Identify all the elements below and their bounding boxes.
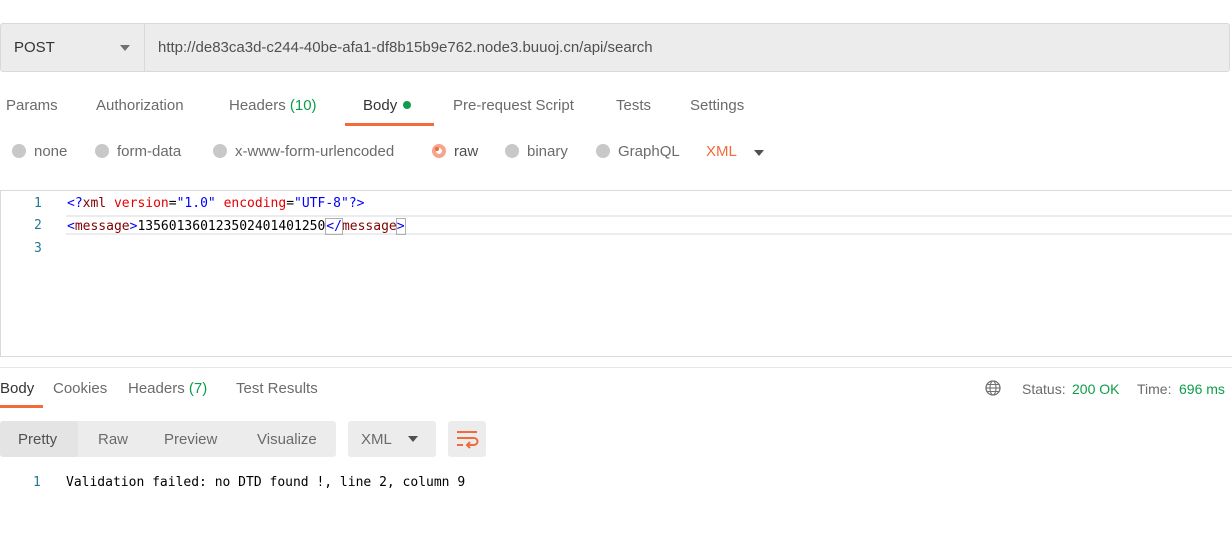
method-select[interactable]: POST: [1, 24, 145, 71]
radio-raw[interactable]: [432, 144, 446, 158]
tag-name: message: [341, 219, 397, 234]
radio-x-www-form-urlencoded[interactable]: [213, 144, 227, 158]
view-raw[interactable]: Raw: [98, 431, 128, 448]
response-tab-body[interactable]: Body: [0, 380, 34, 397]
view-pretty[interactable]: Pretty: [18, 431, 57, 448]
line-number: 3: [34, 241, 42, 256]
radio-x-www-form-urlencoded-label[interactable]: x-www-form-urlencoded: [235, 143, 394, 160]
view-preview[interactable]: Preview: [164, 431, 217, 448]
xml-attr: version: [113, 196, 169, 211]
tab-settings[interactable]: Settings: [690, 97, 744, 114]
wrap-lines-button[interactable]: [448, 421, 486, 457]
response-tab-cookies[interactable]: Cookies: [53, 380, 107, 397]
tab-headers-label: Headers: [229, 97, 286, 114]
time-value: 696 ms: [1179, 381, 1225, 397]
xml-eq: =: [286, 196, 295, 211]
time-label: Time:: [1137, 381, 1172, 397]
radio-binary-label[interactable]: binary: [527, 143, 568, 160]
response-tab-test-results[interactable]: Test Results: [236, 380, 318, 397]
tab-pre-request-script[interactable]: Pre-request Script: [453, 97, 574, 114]
response-tab-headers[interactable]: Headers (7): [128, 380, 207, 397]
xml-attr-value: "1.0": [176, 196, 216, 211]
tag-text: 13560136012350240140125: [137, 219, 318, 234]
xml-decl-open: <?: [67, 196, 83, 211]
tab-body-label: Body: [363, 97, 398, 114]
view-visualize[interactable]: Visualize: [257, 431, 317, 448]
tag-bracket: <: [67, 219, 75, 234]
code-line-2[interactable]: <message>135601360123502401401250</messa…: [67, 218, 406, 235]
tab-headers-count: (10): [289, 97, 317, 114]
request-url-bar: POST http://de83ca3d-c244-40be-afa1-df8b…: [0, 23, 1230, 72]
radio-raw-label[interactable]: raw: [454, 143, 478, 160]
response-line-number: 1: [33, 475, 41, 490]
response-format-label: XML: [361, 431, 392, 448]
body-modified-dot-icon: [403, 101, 412, 109]
xml-attr: encoding: [223, 196, 287, 211]
response-tab-headers-count: (7): [188, 380, 208, 397]
radio-graphql[interactable]: [596, 144, 610, 158]
chevron-down-icon: [408, 436, 418, 442]
status-value: 200 OK: [1072, 381, 1119, 397]
tag-bracket: </: [325, 218, 343, 235]
tab-body[interactable]: Body: [363, 97, 412, 114]
response-format-select[interactable]: XML: [348, 421, 436, 457]
globe-icon[interactable]: [985, 380, 1001, 396]
chevron-down-icon: [120, 45, 130, 51]
radio-none-label[interactable]: none: [34, 143, 67, 160]
tab-authorization[interactable]: Authorization: [96, 97, 184, 114]
body-language-select[interactable]: XML: [706, 143, 737, 160]
radio-none[interactable]: [12, 144, 26, 158]
status-code: 200 OK: [1072, 381, 1120, 397]
tag-bracket: >: [395, 218, 406, 235]
xml-decl-name: xml: [82, 196, 107, 211]
radio-binary[interactable]: [505, 144, 519, 158]
tab-headers[interactable]: Headers (10): [229, 97, 317, 114]
status-label: Status:: [1022, 381, 1066, 397]
radio-form-data-label[interactable]: form-data: [117, 143, 181, 160]
xml-eq: =: [168, 196, 177, 211]
radio-form-data[interactable]: [95, 144, 109, 158]
tag-name: message: [74, 219, 130, 234]
code-line-1[interactable]: <?xml version="1.0" encoding="UTF-8"?>: [67, 196, 364, 211]
tab-tests[interactable]: Tests: [616, 97, 651, 114]
xml-attr-value: "UTF-8": [294, 196, 349, 211]
method-label: POST: [14, 39, 55, 56]
time-ms: 696 ms: [1179, 381, 1225, 397]
url-input[interactable]: http://de83ca3d-c244-40be-afa1-df8b15b9e…: [158, 39, 653, 56]
chevron-down-icon[interactable]: [754, 150, 764, 156]
line-number: 2: [34, 218, 42, 233]
active-tab-indicator: [345, 123, 434, 126]
active-response-tab-indicator: [0, 405, 43, 408]
radio-graphql-label[interactable]: GraphQL: [618, 143, 680, 160]
response-tab-headers-label: Headers: [128, 380, 185, 397]
response-view-selector: Pretty Raw Preview Visualize: [0, 421, 336, 457]
tab-params[interactable]: Params: [6, 97, 58, 114]
xml-decl-close: ?>: [348, 196, 365, 211]
tag-text-last-char: 0: [317, 219, 326, 234]
response-body-text[interactable]: Validation failed: no DTD found !, line …: [66, 475, 465, 490]
wrap-lines-icon: [457, 431, 479, 449]
section-divider: [0, 367, 1232, 368]
line-number: 1: [34, 196, 42, 211]
